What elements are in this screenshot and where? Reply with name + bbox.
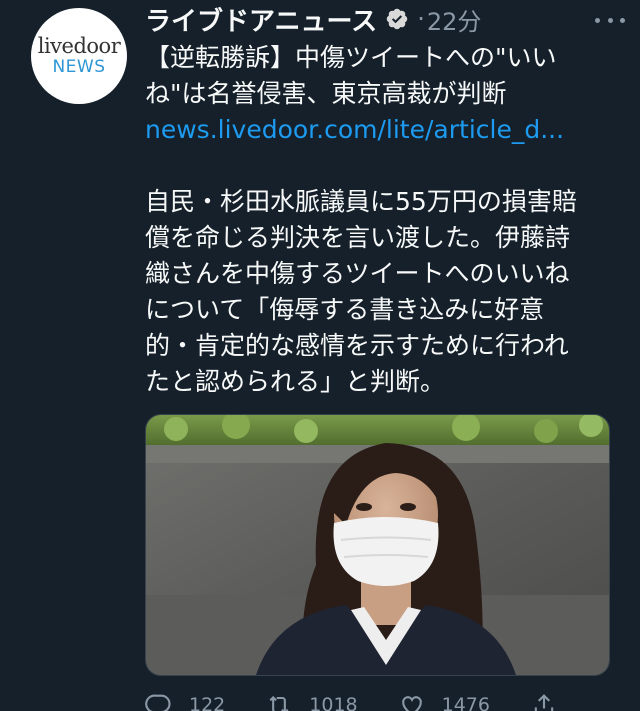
more-options-icon[interactable] (595, 8, 625, 32)
text-line: 償を命じる判決を言い渡した。伊藤詩 (145, 223, 571, 252)
text-line: 自民・杉田水脈議員に55万円の損害賠 (145, 187, 577, 216)
text-line: 的・肯定的な感情を示すために行われ (145, 331, 569, 360)
retweet-count: 1018 (309, 694, 358, 711)
verified-badge-icon (386, 8, 408, 30)
photo-image (146, 415, 609, 675)
tweet-text: 【逆転勝訴】中傷ツイートへの"いい ね"は名誉侵害、東京高裁が判断 news.l… (145, 40, 607, 400)
like-count: 1476 (441, 694, 490, 711)
display-name[interactable]: ライブドアニュース (145, 1, 377, 38)
share-icon (534, 694, 554, 711)
text-line: 織さんを中傷するツイートへのいいね (145, 259, 570, 288)
retweet-button[interactable]: 1018 (265, 691, 358, 711)
tweet-timestamp[interactable]: 22分 (427, 2, 482, 37)
tweet-header: ライブドアニュース · 22分 (145, 0, 625, 38)
avatar[interactable]: livedoor NEWS (31, 8, 127, 104)
article-link[interactable]: news.livedoor.com/lite/article_d... (145, 112, 607, 148)
reply-button[interactable]: 122 (145, 691, 225, 711)
retweet-icon (269, 695, 289, 711)
tweet-content: ライブドアニュース · 22分 【逆転勝訴】中傷ツイートへの"いい ね"は名誉侵… (145, 0, 625, 400)
text-line: について「侮辱する書き込みに好意 (145, 295, 545, 324)
text-line: ね"は名誉侵害、東京高裁が判断 (145, 79, 507, 108)
reply-icon (145, 694, 171, 711)
reply-count: 122 (189, 694, 226, 711)
text-line: 【逆転勝訴】中傷ツイートへの"いい (145, 43, 557, 72)
like-button[interactable]: 1476 (398, 691, 490, 711)
avatar-logo-top: livedoor (37, 34, 121, 58)
tweet-actions: 122 1018 1476 (145, 690, 605, 711)
header-separator: · (417, 5, 425, 33)
heart-icon (401, 696, 422, 711)
tweet[interactable]: livedoor NEWS ライブドアニュース · 22分 【逆転勝訴】中傷ツイ… (0, 0, 640, 711)
share-button[interactable] (530, 691, 574, 711)
text-line: たと認められる」と判断。 (145, 367, 446, 396)
tweet-photo[interactable] (145, 414, 610, 676)
avatar-logo-bottom: NEWS (52, 57, 106, 77)
